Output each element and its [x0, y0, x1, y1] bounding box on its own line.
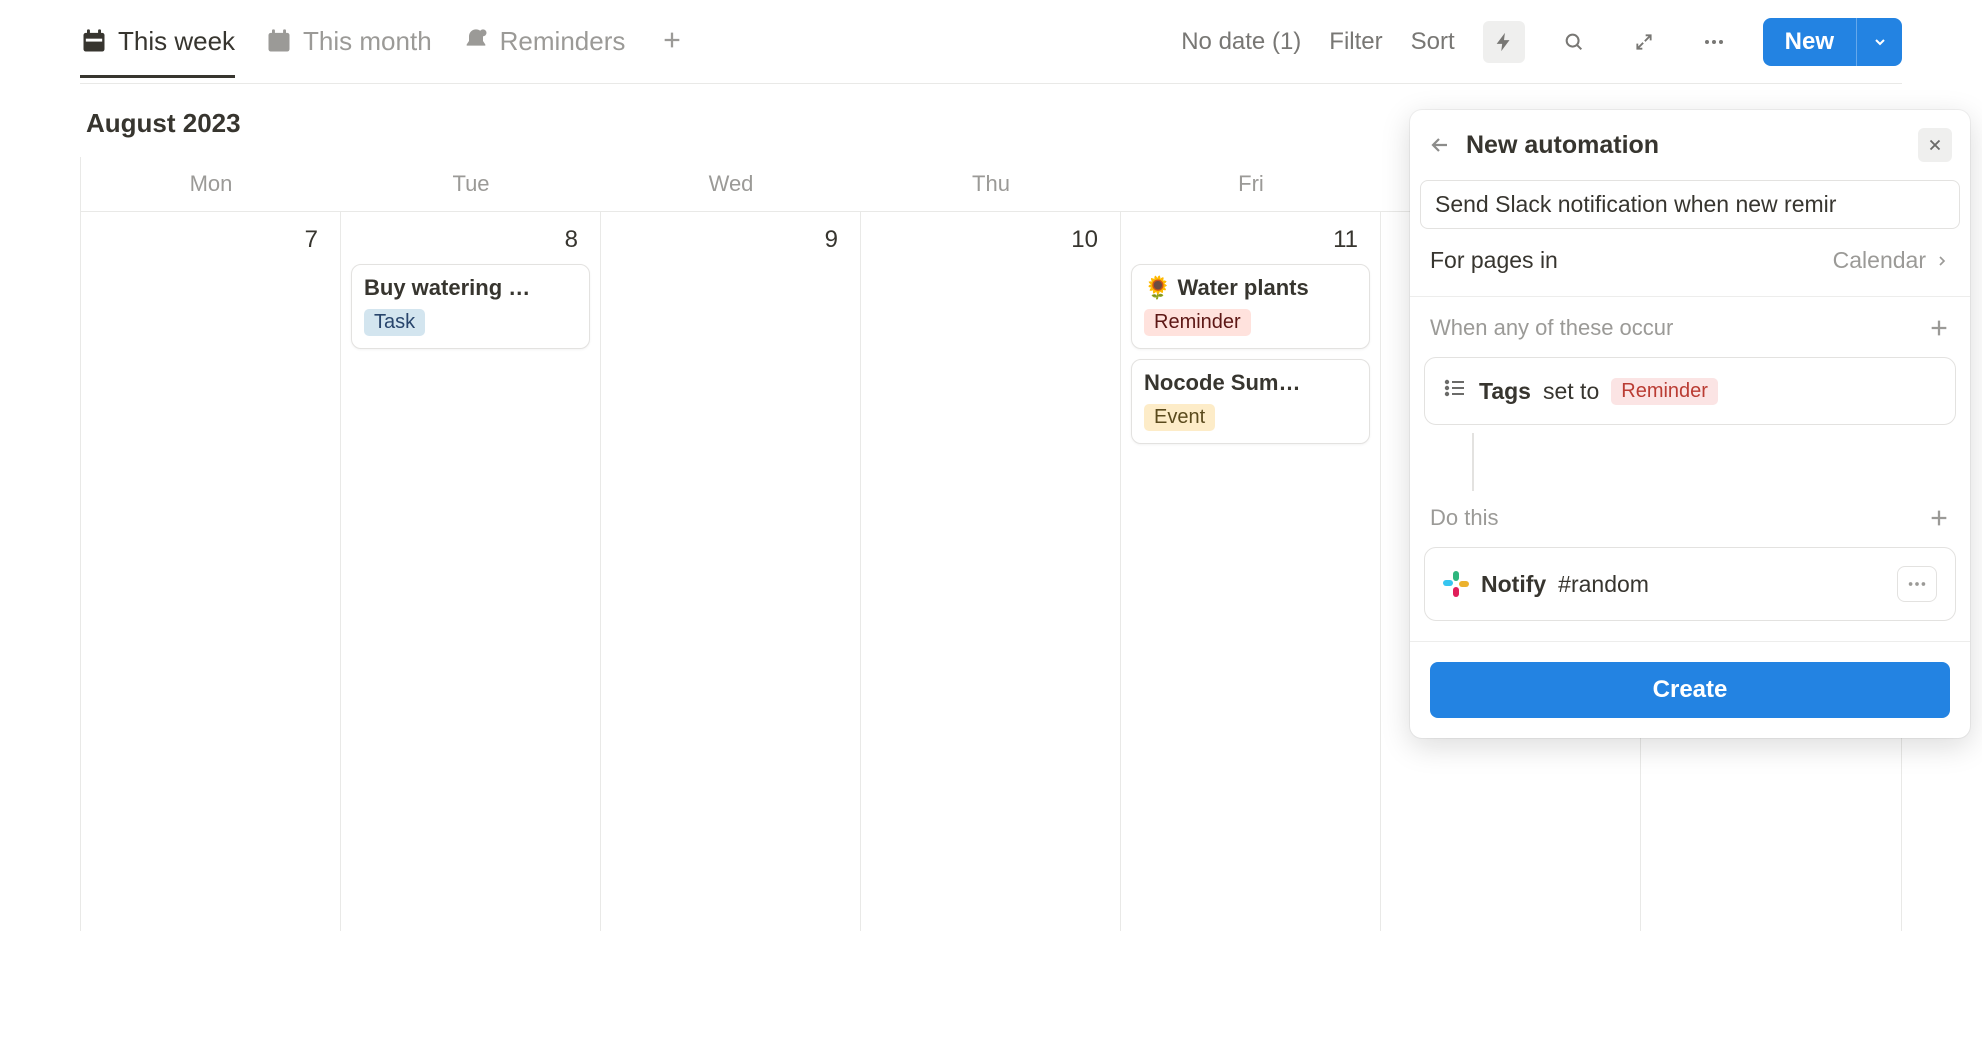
tab-label: Reminders [500, 26, 626, 57]
calendar-week-icon [80, 27, 108, 55]
no-date-button[interactable]: No date (1) [1181, 28, 1301, 56]
new-dropdown-button[interactable] [1856, 18, 1902, 66]
add-trigger-button[interactable] [1928, 317, 1950, 339]
more-icon[interactable] [1693, 21, 1735, 63]
card-tag: Event [1144, 404, 1215, 431]
dow-thu: Thu [861, 157, 1121, 211]
trigger-value-tag: Reminder [1611, 378, 1718, 405]
add-view-button[interactable] [655, 20, 689, 64]
new-button-group: New [1763, 18, 1902, 66]
for-pages-row[interactable]: For pages in Calendar [1410, 229, 1970, 292]
day-number: 11 [1131, 222, 1370, 264]
action-target: #random [1558, 571, 1649, 598]
popover-title: New automation [1466, 131, 1904, 160]
card-title: Buy watering … [364, 275, 577, 301]
day-cell[interactable]: 10 [861, 212, 1121, 931]
dow-wed: Wed [601, 157, 861, 211]
tab-this-week[interactable]: This week [80, 6, 235, 78]
view-toolbar: This week This month Reminders No date (… [80, 0, 1902, 84]
calendar-card[interactable]: 🌻 Water plants Reminder [1131, 264, 1370, 349]
view-tabs: This week This month Reminders [80, 6, 1181, 78]
list-icon [1443, 376, 1467, 406]
action-more-button[interactable] [1897, 566, 1937, 602]
slack-icon [1443, 571, 1469, 597]
search-icon[interactable] [1553, 21, 1595, 63]
chevron-right-icon [1934, 253, 1950, 269]
card-tag: Reminder [1144, 309, 1251, 336]
day-cell[interactable]: 7 [81, 212, 341, 931]
card-title: 🌻 Water plants [1144, 275, 1357, 301]
tab-label: This month [303, 26, 432, 57]
day-cell[interactable]: 9 [601, 212, 861, 931]
connector-line [1472, 433, 1474, 491]
dow-tue: Tue [341, 157, 601, 211]
back-button[interactable] [1428, 133, 1452, 157]
new-button[interactable]: New [1763, 18, 1856, 66]
automations-icon[interactable] [1483, 21, 1525, 63]
action-verb: Notify [1481, 571, 1546, 598]
action-card[interactable]: Notify #random [1424, 547, 1956, 621]
automation-popover: New automation Send Slack notification w… [1410, 110, 1970, 738]
calendar-card[interactable]: Buy watering … Task [351, 264, 590, 349]
day-number: 8 [351, 222, 590, 264]
create-button[interactable]: Create [1430, 662, 1950, 718]
trigger-verb: set to [1543, 378, 1599, 405]
filter-button[interactable]: Filter [1329, 28, 1382, 56]
add-action-button[interactable] [1928, 507, 1950, 529]
day-cell[interactable]: 11 🌻 Water plants Reminder Nocode Sum… Event [1121, 212, 1381, 931]
toolbar-right: No date (1) Filter Sort New [1181, 18, 1902, 66]
card-tag: Task [364, 309, 425, 336]
calendar-month-icon [265, 27, 293, 55]
expand-icon[interactable] [1623, 21, 1665, 63]
sort-button[interactable]: Sort [1411, 28, 1455, 56]
day-number: 10 [871, 222, 1110, 264]
day-number: 9 [611, 222, 850, 264]
automation-name-input[interactable]: Send Slack notification when new remir [1420, 180, 1960, 229]
dow-mon: Mon [81, 157, 341, 211]
for-pages-value[interactable]: Calendar [1833, 247, 1950, 274]
when-label: When any of these occur [1430, 315, 1673, 341]
dow-fri: Fri [1121, 157, 1381, 211]
trigger-card[interactable]: Tags set to Reminder [1424, 357, 1956, 425]
calendar-card[interactable]: Nocode Sum… Event [1131, 359, 1370, 444]
tab-reminders[interactable]: Reminders [462, 6, 626, 78]
for-pages-label: For pages in [1430, 247, 1558, 274]
tab-this-month[interactable]: This month [265, 6, 432, 78]
day-cell[interactable]: 8 Buy watering … Task [341, 212, 601, 931]
do-label: Do this [1430, 505, 1498, 531]
day-number: 7 [91, 222, 330, 264]
bell-icon [462, 27, 490, 55]
tab-label: This week [118, 26, 235, 57]
card-title: Nocode Sum… [1144, 370, 1357, 396]
close-button[interactable] [1918, 128, 1952, 162]
trigger-property: Tags [1479, 378, 1531, 405]
